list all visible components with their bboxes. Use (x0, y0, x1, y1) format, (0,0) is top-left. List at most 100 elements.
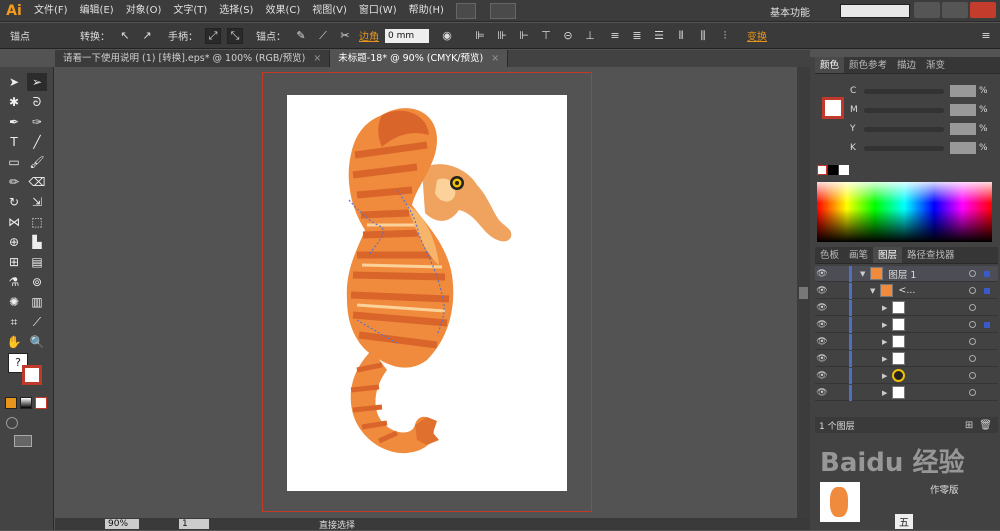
mesh-icon[interactable]: ⊞ (4, 253, 24, 271)
tab-stroke[interactable]: 描边 (892, 57, 921, 73)
width-tool-icon[interactable]: ⋈ (4, 213, 24, 231)
menu-select[interactable]: 选择(S) (213, 0, 259, 22)
rotate-icon[interactable]: ↻ (4, 193, 24, 211)
connect-anchor-icon[interactable]: ⟋ (315, 28, 331, 44)
visibility-eye-icon[interactable]: 👁 (815, 371, 829, 381)
menu-view[interactable]: 视图(V) (306, 0, 353, 22)
tab-brushes[interactable]: 画笔 (844, 247, 873, 263)
slice-tool-icon[interactable]: ⟋ (27, 313, 47, 331)
artboard-button[interactable]: 作零版 (930, 482, 959, 496)
lasso-icon[interactable]: ᘐ (27, 93, 47, 111)
draw-mode-icon[interactable] (6, 417, 18, 429)
visibility-eye-icon[interactable]: 👁 (815, 269, 829, 279)
show-handles-icon[interactable]: ⤢ (205, 27, 221, 44)
convert-smooth-icon[interactable]: ↗ (139, 28, 155, 44)
line-tool-icon[interactable]: ╱ (27, 133, 47, 151)
align-center-icon[interactable]: ⊪ (494, 28, 510, 44)
visibility-eye-icon[interactable]: 👁 (815, 286, 829, 296)
visibility-eye-icon[interactable]: 👁 (815, 388, 829, 398)
visibility-eye-icon[interactable]: 👁 (815, 320, 829, 330)
maximize-button[interactable] (942, 2, 968, 18)
cut-path-icon[interactable]: ✂ (337, 28, 353, 44)
eyedropper-icon[interactable]: ⚗ (4, 273, 24, 291)
align-left-icon[interactable]: ⊫ (472, 28, 488, 44)
layer-row[interactable]: 👁 ▶ (815, 316, 998, 333)
expand-icon[interactable]: ▶ (882, 321, 887, 329)
cyan-slider[interactable]: C% (850, 85, 988, 97)
tab-document-2[interactable]: 未标题-18* @ 90% (CMYK/预览) × (330, 50, 509, 67)
artboard-tool-icon[interactable]: ⌗ (4, 313, 24, 331)
none-mode-icon[interactable] (35, 397, 47, 409)
menu-help[interactable]: 帮助(H) (403, 0, 450, 22)
distribute-center-icon[interactable]: ⫼ (695, 28, 711, 44)
page-field[interactable]: 1 (179, 519, 209, 529)
expand-icon[interactable]: ▼ (860, 270, 865, 278)
expand-icon[interactable]: ▶ (882, 304, 887, 312)
layer-row[interactable]: 👁 ▶ (815, 333, 998, 350)
color-mode-icon[interactable] (5, 397, 17, 409)
black-slider[interactable]: K% (850, 142, 988, 154)
tab-layers[interactable]: 图层 (873, 247, 903, 263)
close-button[interactable] (970, 2, 996, 18)
gradient-icon[interactable]: ▤ (27, 253, 47, 271)
column-graph-icon[interactable]: ▥ (27, 293, 47, 311)
convert-corner-icon[interactable]: ↖ (117, 28, 133, 44)
bridge-icon[interactable] (455, 2, 476, 19)
scroll-thumb[interactable] (799, 287, 808, 299)
chart-tool-icon[interactable]: ▙ (27, 233, 47, 251)
selection-tool-icon[interactable]: ➤ (4, 73, 24, 91)
menu-file[interactable]: 文件(F) (28, 0, 74, 22)
visibility-eye-icon[interactable]: 👁 (815, 303, 829, 313)
free-transform-icon[interactable]: ⬚ (27, 213, 47, 231)
zoom-field[interactable]: 90% (105, 519, 139, 529)
layer-row[interactable]: 👁 ▶ (815, 367, 998, 384)
color-spectrum[interactable] (817, 182, 992, 242)
white-swatch[interactable] (839, 165, 849, 175)
menu-type[interactable]: 文字(T) (167, 0, 213, 22)
corner-label[interactable]: 边角 (356, 28, 382, 43)
tab-swatches[interactable]: 色板 (815, 247, 844, 263)
expand-icon[interactable]: ▼ (870, 287, 875, 295)
hide-handles-icon[interactable]: ⤡ (227, 27, 243, 44)
align-right-icon[interactable]: ⊩ (516, 28, 532, 44)
vertical-scrollbar[interactable] (797, 67, 810, 530)
expand-icon[interactable]: ▶ (882, 389, 887, 397)
fill-stroke-icon[interactable]: ? (8, 353, 46, 387)
search-input[interactable] (840, 4, 910, 18)
tab-pathfinder[interactable]: 路径查找器 (902, 247, 960, 263)
align-top-icon[interactable]: ⊤ (538, 28, 554, 44)
arrange-documents-icon[interactable] (489, 2, 516, 19)
zoom-tool-icon[interactable]: 🔍 (27, 333, 47, 351)
align-middle-icon[interactable]: ⊝ (560, 28, 576, 44)
layer-row[interactable]: 👁 ▶ (815, 350, 998, 367)
panel-menu-icon[interactable]: ≡ (978, 28, 994, 44)
yellow-slider[interactable]: Y% (850, 123, 988, 135)
rectangle-tool-icon[interactable]: ▭ (4, 153, 24, 171)
visibility-eye-icon[interactable]: 👁 (815, 337, 829, 347)
menu-object[interactable]: 对象(O) (120, 0, 168, 22)
tab-color-guide[interactable]: 颜色参考 (844, 57, 892, 73)
tab-color[interactable]: 颜色 (815, 57, 845, 73)
expand-icon[interactable]: ▶ (882, 338, 887, 346)
eraser-icon[interactable]: ⌫ (27, 173, 47, 191)
tab-gradient[interactable]: 渐变 (921, 57, 950, 73)
blend-icon[interactable]: ⊚ (27, 273, 47, 291)
magic-wand-icon[interactable]: ✱ (4, 93, 24, 111)
minimize-button[interactable] (914, 2, 940, 18)
hand-tool-icon[interactable]: ✋ (4, 333, 24, 351)
close-icon[interactable]: × (491, 53, 499, 64)
curvature-tool-icon[interactable]: ✑ (27, 113, 47, 131)
pen-tool-icon[interactable]: ✒ (4, 113, 24, 131)
canvas[interactable] (55, 67, 797, 518)
black-swatch[interactable] (828, 165, 838, 175)
distribute-middle-icon[interactable]: ≣ (629, 28, 645, 44)
layer-row[interactable]: 👁 ▼ 图层 1 (815, 265, 998, 282)
artboard[interactable] (287, 95, 567, 491)
menu-edit[interactable]: 编辑(E) (74, 0, 120, 22)
visibility-eye-icon[interactable]: 👁 (815, 354, 829, 364)
menu-effect[interactable]: 效果(C) (259, 0, 306, 22)
workspace-switcher[interactable]: 基本功能 (770, 4, 810, 19)
transform-link[interactable]: 变换 (744, 28, 770, 43)
align-bottom-icon[interactable]: ⊥ (582, 28, 598, 44)
remove-anchor-icon[interactable]: ✎ (293, 28, 309, 44)
